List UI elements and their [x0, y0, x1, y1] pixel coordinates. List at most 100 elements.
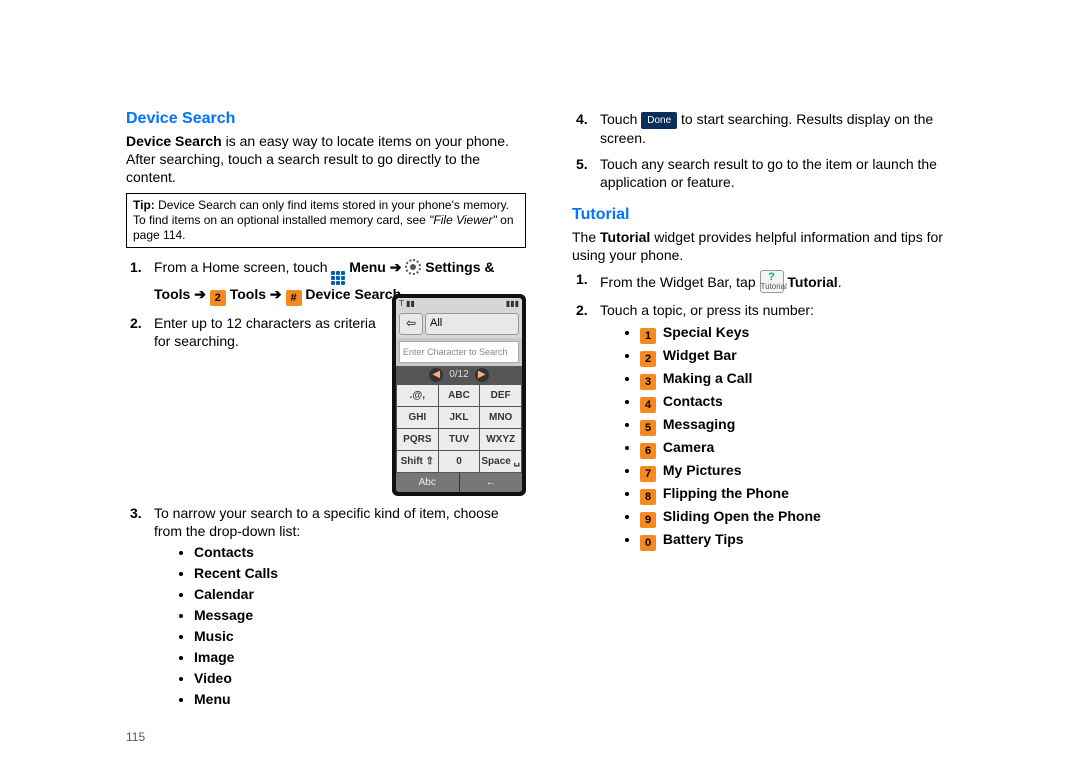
device-search-steps-cont: Touch Done to start searching. Results d… — [572, 110, 958, 192]
step4-a: Touch — [600, 111, 641, 127]
tut-intro-a: The — [572, 229, 600, 245]
tut-step1-b: Tutorial — [787, 274, 837, 290]
step1-menu: Menu — [349, 259, 386, 275]
intro-bold: Device Search — [126, 133, 222, 149]
keypad-key[interactable]: MNO — [480, 407, 521, 428]
keypad-key[interactable]: ABC — [439, 385, 480, 406]
keypad-key[interactable]: DEF — [480, 385, 521, 406]
topic-item: 5 Messaging — [640, 415, 958, 436]
topic-item: 2 Widget Bar — [640, 346, 958, 367]
tut-step2-text: Touch a topic, or press its number: — [600, 302, 814, 318]
key-badge: 7 — [640, 466, 656, 482]
phone-status-bar: T ▮▮ ▮▮▮ — [396, 298, 522, 310]
topic-label: Special Keys — [663, 324, 749, 340]
left-column: Device Search Device Search is an easy w… — [126, 110, 526, 744]
phone-mode-button[interactable]: Abc — [396, 473, 459, 492]
phone-category-dropdown[interactable]: All — [425, 313, 519, 335]
tip-label: Tip: — [133, 198, 155, 212]
topic-item: 0 Battery Tips — [640, 530, 958, 551]
category-item: Image — [194, 647, 526, 668]
step-2-3-with-phone: Enter up to 12 characters as criteria fo… — [154, 314, 526, 496]
keypad-key[interactable]: JKL — [439, 407, 480, 428]
tutorial-topic-list: 1 Special Keys 2 Widget Bar 3 Making a C… — [600, 323, 958, 551]
category-item: Contacts — [194, 542, 526, 563]
topic-label: Battery Tips — [663, 531, 744, 547]
tut-intro-bold: Tutorial — [600, 229, 650, 245]
tut-step1-a: From the Widget Bar, tap — [600, 274, 760, 290]
key-hash-icon: # — [286, 290, 302, 306]
arrow-3: ➔ — [270, 286, 286, 302]
keypad-key[interactable]: Space ␣ — [480, 451, 521, 472]
gear-icon — [405, 259, 421, 275]
step1-device-search: Device Search — [305, 286, 401, 302]
topic-label: Widget Bar — [663, 347, 737, 363]
page-number: 115 — [126, 730, 526, 744]
keypad-key[interactable]: GHI — [397, 407, 438, 428]
tutorial-badge-text: Tutorial — [761, 282, 787, 291]
key-badge: 1 — [640, 328, 656, 344]
keypad-key[interactable]: Shift ⇧ — [397, 451, 438, 472]
tip-box: Tip: Device Search can only find items s… — [126, 193, 526, 248]
phone-char-counter: 0/12 — [449, 368, 468, 381]
tutorial-heading: Tutorial — [572, 206, 958, 224]
arrow-2: ➔ — [194, 286, 210, 302]
phone-counter-row: ◀ 0/12 ▶ — [396, 366, 522, 384]
topic-label: Contacts — [663, 393, 723, 409]
key-badge: 8 — [640, 489, 656, 505]
phone-left-arrow[interactable]: ◀ — [429, 368, 443, 382]
keypad-key[interactable]: PQRS — [397, 429, 438, 450]
phone-right-arrow[interactable]: ▶ — [475, 368, 489, 382]
key-badge: 4 — [640, 397, 656, 413]
key-badge: 2 — [640, 351, 656, 367]
category-item: Video — [194, 668, 526, 689]
device-search-intro: Device Search is an easy way to locate i… — [126, 132, 526, 187]
topic-item: 7 My Pictures — [640, 461, 958, 482]
keypad-key[interactable]: .@, — [397, 385, 438, 406]
category-item: Recent Calls — [194, 563, 526, 584]
topic-item: 1 Special Keys — [640, 323, 958, 344]
done-button-icon: Done — [641, 112, 677, 129]
key-2-icon: 2 — [210, 290, 226, 306]
step-4: Touch Done to start searching. Results d… — [600, 110, 958, 147]
topic-item: 3 Making a Call — [640, 369, 958, 390]
category-list: Contacts Recent Calls Calendar Message M… — [154, 542, 526, 710]
topic-item: 8 Flipping the Phone — [640, 484, 958, 505]
tip-reference: "File Viewer" — [429, 213, 497, 227]
key-badge: 3 — [640, 374, 656, 390]
step-2-text: Enter up to 12 characters as criteria fo… — [154, 314, 382, 350]
step-3-text: To narrow your search to a specific kind… — [154, 505, 499, 539]
topic-item: 9 Sliding Open the Phone — [640, 507, 958, 528]
category-item: Music — [194, 626, 526, 647]
key-badge: 0 — [640, 535, 656, 551]
phone-signal: T ▮▮ — [399, 299, 415, 309]
key-badge: 6 — [640, 443, 656, 459]
key-badge: 9 — [640, 512, 656, 528]
phone-search-input[interactable]: Enter Character to Search — [399, 341, 519, 363]
category-item: Calendar — [194, 584, 526, 605]
topic-item: 4 Contacts — [640, 392, 958, 413]
keypad-key[interactable]: WXYZ — [480, 429, 521, 450]
keypad-key[interactable]: TUV — [439, 429, 480, 450]
right-column: Touch Done to start searching. Results d… — [572, 110, 958, 744]
tut-step-1: From the Widget Bar, tap ? Tutorial Tuto… — [600, 270, 958, 293]
step-3: To narrow your search to a specific kind… — [154, 504, 526, 710]
category-item: Message — [194, 605, 526, 626]
phone-keypad: .@, ABC DEF GHI JKL MNO PQRS TUV WXYZ Sh… — [396, 384, 522, 473]
step1-text-a: From a Home screen, touch — [154, 259, 331, 275]
phone-backspace-button[interactable]: ← — [460, 473, 523, 492]
topic-label: Flipping the Phone — [663, 485, 789, 501]
keypad-key[interactable]: 0 — [439, 451, 480, 472]
tutorial-widget-icon: ? Tutorial — [760, 270, 784, 293]
tutorial-steps: From the Widget Bar, tap ? Tutorial Tuto… — [572, 270, 958, 551]
topic-label: Sliding Open the Phone — [663, 508, 821, 524]
device-search-heading: Device Search — [126, 110, 526, 128]
tut-step-2: Touch a topic, or press its number: 1 Sp… — [600, 301, 958, 551]
menu-grid-icon — [331, 271, 345, 285]
topic-label: Camera — [663, 439, 714, 455]
arrow-1: ➔ — [390, 259, 406, 275]
device-search-steps: From a Home screen, touch Menu ➔ Setting… — [126, 258, 526, 711]
topic-label: Messaging — [663, 416, 735, 432]
phone-battery: ▮▮▮ — [506, 299, 519, 309]
category-item: Menu — [194, 689, 526, 710]
phone-back-button[interactable]: ⇦ — [399, 313, 423, 335]
